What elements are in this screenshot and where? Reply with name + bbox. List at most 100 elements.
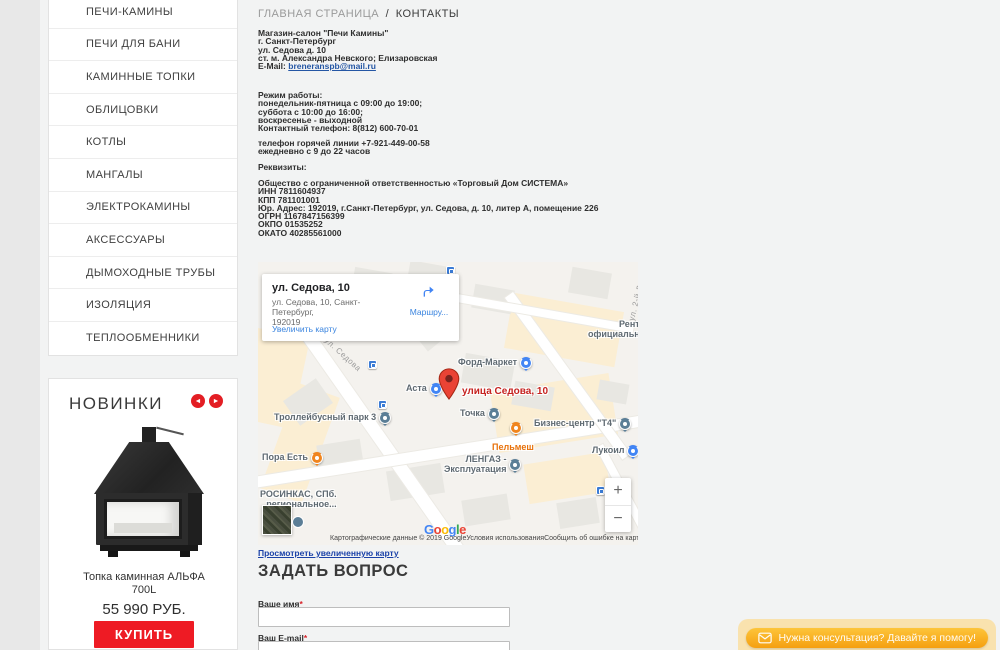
email-link[interactable]: breneranspb@mail.ru [288, 61, 376, 71]
sidebar-category-item[interactable]: ОБЛИЦОВКИ [49, 94, 237, 127]
breadcrumb-home-link[interactable]: ГЛАВНАЯ СТРАНИЦА [258, 8, 379, 20]
novelties-widget: НОВИНКИ ◄ ► Топка каминная АЛЬФА 700L 55… [48, 378, 238, 650]
attribution-link[interactable]: Картографические данные © 2019 Google [330, 535, 466, 542]
poi-label: Форд-Маркет [458, 358, 517, 368]
street-name-label: ул. 2-й Луч [627, 275, 638, 322]
map-pin-icon [509, 459, 521, 471]
envelope-icon [758, 632, 772, 644]
attribution-link[interactable]: Сообщить об ошибке на карте [544, 535, 638, 542]
poi-label: Рентофициальн [588, 320, 638, 339]
carousel-next-icon[interactable]: ► [209, 394, 223, 408]
email-label: E-Mail: [258, 61, 286, 71]
zoom-in-button[interactable]: + [605, 478, 631, 506]
poi-label: Точка [460, 409, 485, 419]
directions-label: Маршру... [407, 307, 451, 317]
category-menu: ПЕЧИ-КАМИНЫ ПЕЧИ ДЛЯ БАНИ КАМИННЫЕ ТОПКИ… [48, 0, 238, 356]
store-address-block: Магазин-салон "Печи Камины"г. Санкт-Пете… [258, 29, 640, 70]
product-price: 55 990 РУБ. [49, 601, 239, 618]
chat-consultation-button[interactable]: Нужна консультация? Давайте я помогу! [746, 628, 988, 648]
map-poi[interactable]: Троллейбусный парк 3 [274, 412, 391, 424]
poi-label: ЛЕНГАЗ -Эксплуатация [444, 455, 506, 474]
enlarge-map-link[interactable]: Увеличить карту [272, 324, 337, 334]
requisites-title: Реквизиты: [258, 163, 640, 171]
fireplace-foot [108, 551, 118, 557]
directions-icon [420, 284, 438, 300]
product-name-line2: 700L [132, 584, 156, 596]
fireplace-handle [156, 427, 184, 436]
fireplace-glass [104, 499, 182, 539]
hotline-line: ежедневно с 9 до 22 часов [258, 147, 640, 155]
requisites-block: Общество с ограниченной ответственностью… [258, 179, 640, 237]
google-map[interactable]: Форд-Маркет Аста Троллейбусный парк 3 Точка… [258, 262, 638, 545]
buy-button[interactable]: КУПИТЬ [94, 621, 194, 648]
poi-label: Троллейбусный парк 3 [274, 413, 376, 423]
fireplace-hood [94, 442, 204, 494]
product-name-line1: Топка каминная АЛЬФА [83, 571, 205, 583]
carousel-prev-icon[interactable]: ◄ [191, 394, 205, 408]
breadcrumb-current: КОНТАКТЫ [396, 8, 459, 20]
sidebar-category-item[interactable]: ТЕПЛООБМЕННИКИ [49, 322, 237, 355]
satellite-view-toggle[interactable] [262, 505, 292, 535]
map-poi[interactable]: Пора Есть [262, 452, 323, 464]
poi-label: Пора Есть [262, 453, 308, 463]
map-pin-icon [379, 412, 391, 424]
map-poi[interactable]: ЛЕНГАЗ -Эксплуатация [444, 455, 521, 474]
sidebar-category-item[interactable]: ДЫМОХОДНЫЕ ТРУБЫ [49, 257, 237, 290]
sidebar-category-item[interactable]: ПЕЧИ-КАМИНЫ [49, 0, 237, 29]
map-pin-icon [619, 418, 631, 430]
map-poi[interactable]: Форд-Маркет [458, 357, 532, 369]
map-poi[interactable] [510, 422, 522, 434]
map-poi[interactable]: Бизнес-центр "Т4" [534, 418, 631, 430]
info-window-address: ул. Седова, 10, Санкт-Петербург, 192019 [272, 297, 392, 327]
fireplace-body [96, 493, 202, 545]
transit-stop-icon[interactable] [596, 486, 605, 495]
zoom-out-button[interactable]: − [605, 506, 631, 533]
map-pin-icon [510, 422, 522, 434]
contacts-page: ПЕЧИ-КАМИНЫ ПЕЧИ ДЛЯ БАНИ КАМИННЫЕ ТОПКИ… [0, 0, 1000, 650]
email-line: E-Mail: breneranspb@mail.ru [258, 62, 640, 70]
map-poi[interactable]: Рентофициальн [588, 320, 638, 339]
map-pin-icon [627, 445, 638, 457]
poi-label: Аста [406, 384, 427, 394]
transit-stop-icon[interactable] [368, 360, 377, 369]
chat-label: Нужна консультация? Давайте я помогу! [778, 632, 976, 644]
marker-address-label: улица Седова, 10 [462, 386, 548, 397]
street-name-label: ул. Седова [323, 336, 363, 373]
map-poi[interactable]: Точка [460, 408, 500, 420]
location-marker-icon[interactable] [438, 368, 460, 405]
view-larger-map-link[interactable]: Просмотреть увеличенную карту [258, 548, 399, 558]
sidebar-category-item[interactable]: АКСЕССУАРЫ [49, 224, 237, 257]
sidebar-category-item[interactable]: ПЕЧИ ДЛЯ БАНИ [49, 29, 237, 62]
requisites-line: ОКАТО 40285561000 [258, 229, 640, 237]
directions-button[interactable]: Маршру... [407, 284, 451, 317]
fireplace-foot [180, 551, 190, 557]
fireplace-side [188, 493, 202, 545]
poi-label: Лукоил [592, 446, 624, 456]
sidebar-category-item[interactable]: ЭЛЕКТРОКАМИНЫ [49, 192, 237, 225]
map-info-window: ул. Седова, 10 ул. Седова, 10, Санкт-Пет… [262, 274, 459, 341]
sidebar-category-item[interactable]: МАНГАЛЫ [49, 159, 237, 192]
map-pin-icon [520, 357, 532, 369]
question-form-title: ЗАДАТЬ ВОПРОС [258, 562, 408, 581]
hotline-block: телефон горячей линии +7-921-449-00-58еж… [258, 139, 640, 156]
product-name[interactable]: Топка каминная АЛЬФА 700L [49, 571, 239, 597]
name-input[interactable] [258, 607, 510, 627]
map-poi[interactable]: Аста [406, 383, 442, 395]
map-poi[interactable]: Лукоил [592, 445, 638, 457]
map-pin-icon [488, 408, 500, 420]
breadcrumb-separator: / [386, 8, 390, 20]
map-poi[interactable]: Пельмеш [492, 443, 534, 453]
poi-label: Пельмеш [492, 443, 534, 453]
map-pin-icon [292, 516, 304, 528]
info-address-line1: ул. Седова, 10, Санкт-Петербург, [272, 297, 360, 317]
sidebar-category-item[interactable]: КАМИННЫЕ ТОПКИ [49, 61, 237, 94]
breadcrumb: ГЛАВНАЯ СТРАНИЦА / КОНТАКТЫ [258, 8, 459, 20]
product-image[interactable] [94, 427, 204, 562]
sidebar-category-item[interactable]: КОТЛЫ [49, 126, 237, 159]
attribution-link[interactable]: Условия использования [466, 535, 544, 542]
map-pin-icon [311, 452, 323, 464]
transit-stop-icon[interactable] [378, 400, 387, 409]
email-input[interactable] [258, 641, 510, 650]
sidebar-category-item[interactable]: ИЗОЛЯЦИЯ [49, 289, 237, 322]
page-left-margin [0, 0, 40, 650]
